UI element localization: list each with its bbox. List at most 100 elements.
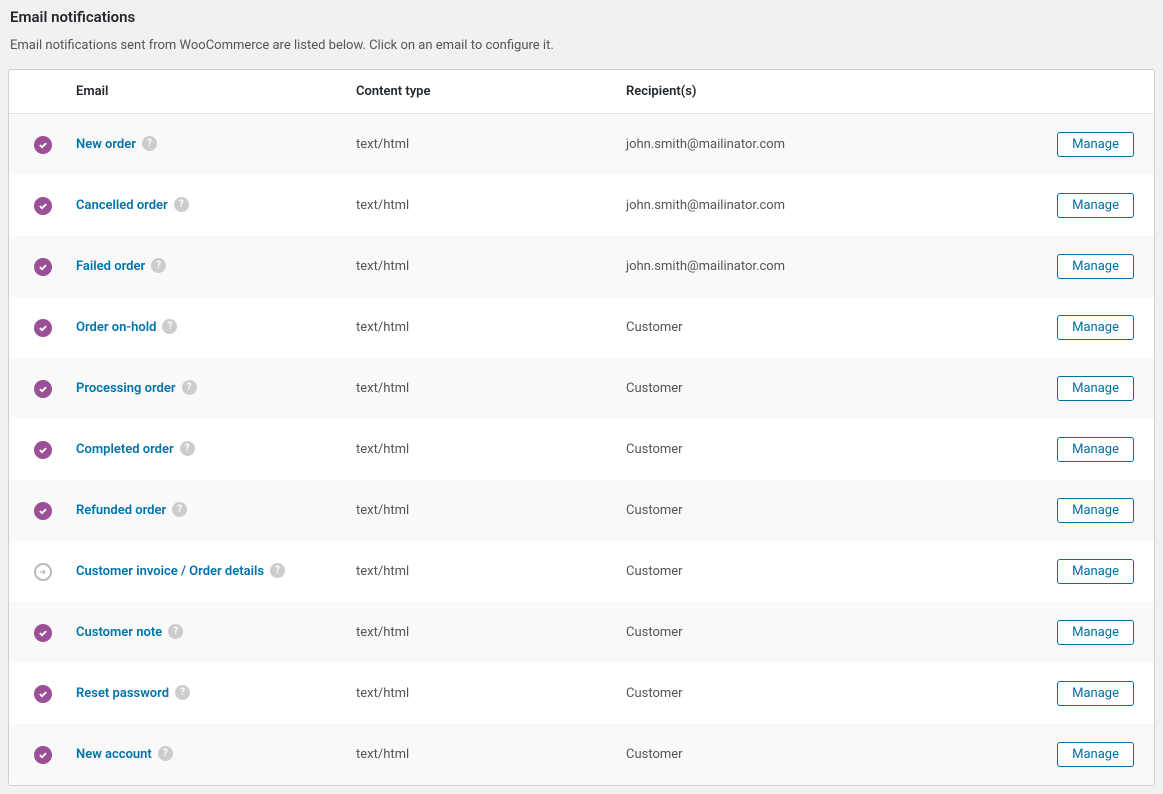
manage-cell: Manage bbox=[1044, 236, 1154, 297]
email-name-link[interactable]: Cancelled order bbox=[76, 198, 168, 213]
table-row: New order?text/htmljohn.smith@mailinator… bbox=[9, 114, 1154, 176]
manage-button[interactable]: Manage bbox=[1057, 254, 1134, 279]
status-cell bbox=[9, 663, 64, 724]
recipients-cell: Customer bbox=[614, 724, 1044, 785]
manage-button[interactable]: Manage bbox=[1057, 376, 1134, 401]
recipients-cell: Customer bbox=[614, 663, 1044, 724]
content-type-cell: text/html bbox=[344, 175, 614, 236]
status-enabled-icon bbox=[34, 441, 52, 459]
status-manual-icon bbox=[34, 563, 52, 581]
status-cell bbox=[9, 297, 64, 358]
help-icon[interactable]: ? bbox=[142, 136, 157, 151]
help-icon[interactable]: ? bbox=[270, 563, 285, 578]
status-enabled-icon bbox=[34, 136, 52, 154]
manage-cell: Manage bbox=[1044, 297, 1154, 358]
status-cell bbox=[9, 602, 64, 663]
manage-button[interactable]: Manage bbox=[1057, 742, 1134, 767]
help-icon[interactable]: ? bbox=[182, 380, 197, 395]
manage-cell: Manage bbox=[1044, 114, 1154, 176]
table-row: New account?text/htmlCustomerManage bbox=[9, 724, 1154, 785]
email-name-cell: Failed order? bbox=[64, 236, 344, 297]
email-name-cell: New account? bbox=[64, 724, 344, 785]
content-type-cell: text/html bbox=[344, 602, 614, 663]
email-name-cell: Refunded order? bbox=[64, 480, 344, 541]
content-type-cell: text/html bbox=[344, 358, 614, 419]
help-icon[interactable]: ? bbox=[180, 441, 195, 456]
table-row: Reset password?text/htmlCustomerManage bbox=[9, 663, 1154, 724]
email-name-cell: Completed order? bbox=[64, 419, 344, 480]
email-name-link[interactable]: Reset password bbox=[76, 686, 169, 701]
content-type-cell: text/html bbox=[344, 724, 614, 785]
manage-button[interactable]: Manage bbox=[1057, 132, 1134, 157]
recipients-cell: Customer bbox=[614, 358, 1044, 419]
status-cell bbox=[9, 236, 64, 297]
email-name-link[interactable]: Refunded order bbox=[76, 503, 166, 518]
page-title: Email notifications bbox=[8, 8, 1155, 26]
manage-button[interactable]: Manage bbox=[1057, 620, 1134, 645]
manage-cell: Manage bbox=[1044, 480, 1154, 541]
column-header-recipients: Recipient(s) bbox=[614, 70, 1044, 114]
recipients-cell: Customer bbox=[614, 602, 1044, 663]
email-name-link[interactable]: Failed order bbox=[76, 259, 145, 274]
manage-button[interactable]: Manage bbox=[1057, 681, 1134, 706]
email-name-cell: New order? bbox=[64, 114, 344, 176]
manage-button[interactable]: Manage bbox=[1057, 559, 1134, 584]
status-enabled-icon bbox=[34, 319, 52, 337]
table-row: Failed order?text/htmljohn.smith@mailina… bbox=[9, 236, 1154, 297]
help-icon[interactable]: ? bbox=[174, 197, 189, 212]
help-icon[interactable]: ? bbox=[175, 685, 190, 700]
status-enabled-icon bbox=[34, 258, 52, 276]
content-type-cell: text/html bbox=[344, 297, 614, 358]
recipients-cell: john.smith@mailinator.com bbox=[614, 236, 1044, 297]
status-cell bbox=[9, 114, 64, 176]
help-icon[interactable]: ? bbox=[172, 502, 187, 517]
recipients-cell: john.smith@mailinator.com bbox=[614, 175, 1044, 236]
status-enabled-icon bbox=[34, 380, 52, 398]
status-enabled-icon bbox=[34, 746, 52, 764]
recipients-cell: Customer bbox=[614, 541, 1044, 602]
manage-button[interactable]: Manage bbox=[1057, 193, 1134, 218]
content-type-cell: text/html bbox=[344, 236, 614, 297]
manage-cell: Manage bbox=[1044, 724, 1154, 785]
help-icon[interactable]: ? bbox=[168, 624, 183, 639]
email-name-cell: Processing order? bbox=[64, 358, 344, 419]
help-icon[interactable]: ? bbox=[158, 746, 173, 761]
recipients-cell: Customer bbox=[614, 297, 1044, 358]
content-type-cell: text/html bbox=[344, 419, 614, 480]
email-name-link[interactable]: Customer note bbox=[76, 625, 162, 640]
email-name-link[interactable]: New account bbox=[76, 747, 152, 762]
email-name-link[interactable]: Completed order bbox=[76, 442, 174, 457]
manage-cell: Manage bbox=[1044, 358, 1154, 419]
manage-button[interactable]: Manage bbox=[1057, 437, 1134, 462]
recipients-cell: Customer bbox=[614, 480, 1044, 541]
email-name-link[interactable]: Customer invoice / Order details bbox=[76, 564, 264, 579]
manage-cell: Manage bbox=[1044, 663, 1154, 724]
manage-button[interactable]: Manage bbox=[1057, 498, 1134, 523]
help-icon[interactable]: ? bbox=[151, 258, 166, 273]
email-name-link[interactable]: New order bbox=[76, 137, 136, 152]
email-notifications-table: Email Content type Recipient(s) New orde… bbox=[8, 69, 1155, 786]
column-header-status bbox=[9, 70, 64, 114]
status-cell bbox=[9, 724, 64, 785]
recipients-cell: Customer bbox=[614, 419, 1044, 480]
column-header-actions bbox=[1044, 70, 1154, 114]
content-type-cell: text/html bbox=[344, 480, 614, 541]
manage-button[interactable]: Manage bbox=[1057, 315, 1134, 340]
email-name-cell: Reset password? bbox=[64, 663, 344, 724]
status-cell bbox=[9, 541, 64, 602]
email-name-link[interactable]: Order on-hold bbox=[76, 320, 156, 335]
status-cell bbox=[9, 480, 64, 541]
manage-cell: Manage bbox=[1044, 175, 1154, 236]
status-enabled-icon bbox=[34, 624, 52, 642]
status-cell bbox=[9, 175, 64, 236]
manage-cell: Manage bbox=[1044, 541, 1154, 602]
column-header-content-type: Content type bbox=[344, 70, 614, 114]
status-enabled-icon bbox=[34, 685, 52, 703]
column-header-email: Email bbox=[64, 70, 344, 114]
content-type-cell: text/html bbox=[344, 541, 614, 602]
email-name-cell: Order on-hold? bbox=[64, 297, 344, 358]
help-icon[interactable]: ? bbox=[162, 319, 177, 334]
recipients-cell: john.smith@mailinator.com bbox=[614, 114, 1044, 176]
email-name-cell: Customer invoice / Order details? bbox=[64, 541, 344, 602]
email-name-link[interactable]: Processing order bbox=[76, 381, 176, 396]
